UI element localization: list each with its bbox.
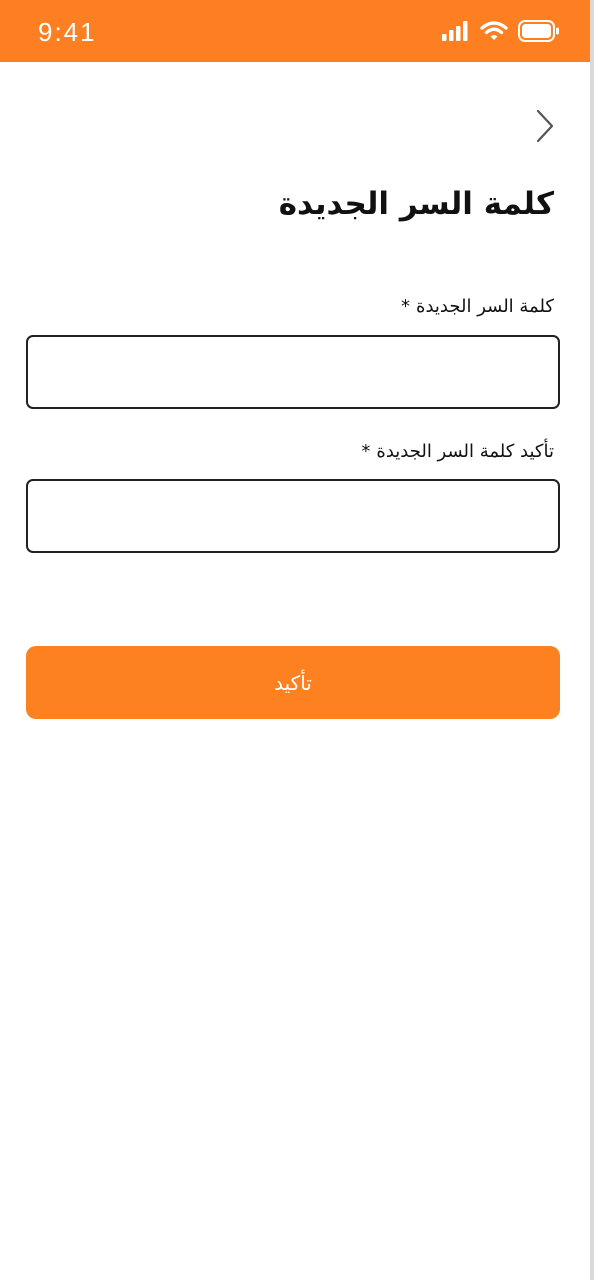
back-button[interactable] [528, 108, 562, 148]
new-password-label-text: كلمة السر الجديدة [416, 296, 554, 317]
page-title: كلمة السر الجديدة [278, 186, 554, 222]
wifi-icon [480, 21, 508, 45]
required-mark: * [361, 441, 371, 462]
new-password-label: كلمة السر الجديدة* [401, 296, 554, 317]
confirm-password-input[interactable] [26, 479, 560, 553]
status-time: 9:41 [38, 17, 97, 47]
confirm-password-label-text: تأكيد كلمة السر الجديدة [376, 441, 554, 462]
cellular-signal-icon [442, 21, 470, 45]
new-password-screen: 9:41 كلمة السر الجديدة كلمة السر الجديدة… [0, 0, 594, 1280]
confirm-password-label: تأكيد كلمة السر الجديدة* [361, 441, 554, 462]
status-icons [442, 20, 560, 46]
status-bar: 9:41 [0, 0, 590, 62]
confirm-button[interactable]: تأكيد [26, 646, 560, 719]
required-mark: * [401, 296, 411, 317]
new-password-input[interactable] [26, 335, 560, 409]
chevron-right-icon [535, 109, 555, 147]
battery-icon [518, 20, 560, 46]
